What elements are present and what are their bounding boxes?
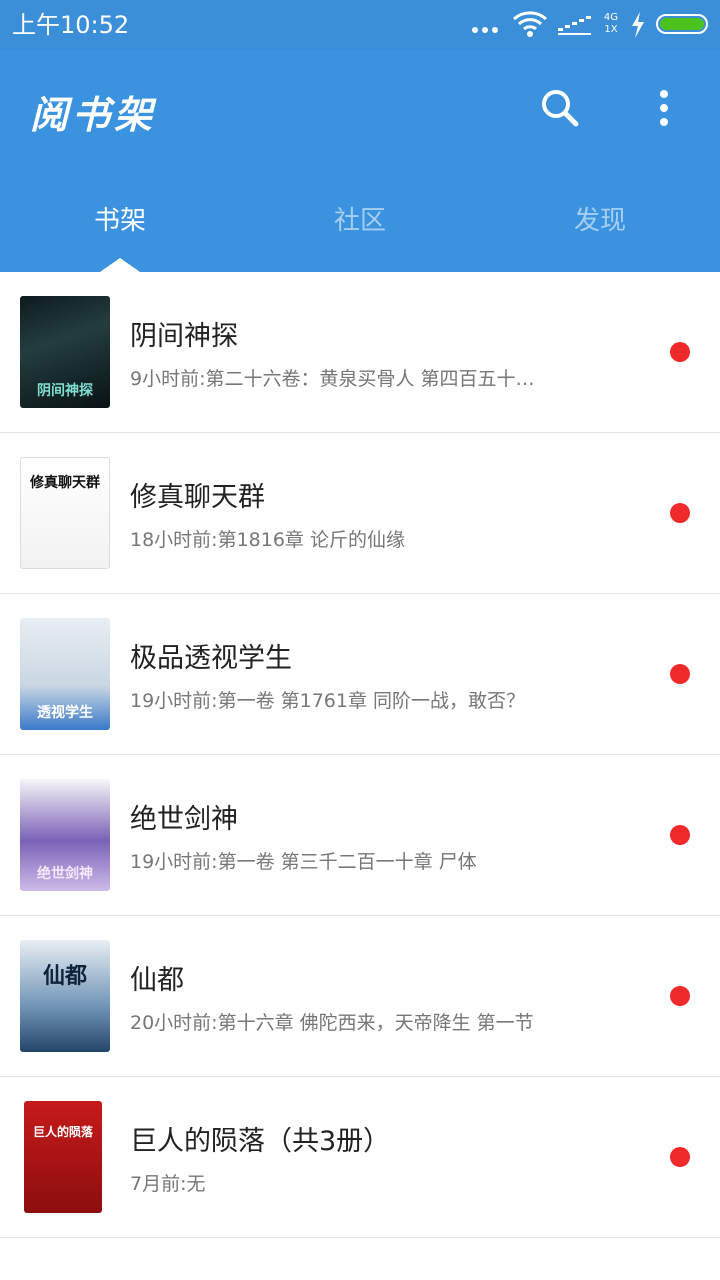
wifi-icon xyxy=(513,11,547,37)
tab-indicator xyxy=(100,258,140,272)
status-bar: 上午10:52 4G 1X xyxy=(0,0,720,50)
tab-bookshelf[interactable]: 书架 xyxy=(0,200,240,237)
unread-dot xyxy=(670,1147,690,1167)
unread-dot xyxy=(670,825,690,845)
book-title: 阴间神探 xyxy=(130,321,238,352)
book-title: 修真聊天群 xyxy=(130,482,265,513)
more-vert-icon[interactable] xyxy=(640,84,688,132)
book-title: 巨人的陨落（共3册） xyxy=(130,1126,391,1157)
list-item[interactable]: 仙都 仙都 20小时前:第十六章 佛陀西来，天帝降生 第一节 xyxy=(0,916,720,1077)
unread-dot xyxy=(670,342,690,362)
list-item[interactable]: 修真聊天群 修真聊天群 18小时前:第1816章 论斤的仙缘 xyxy=(0,433,720,594)
book-cover: 巨人的陨落 xyxy=(24,1101,102,1213)
battery-icon xyxy=(656,14,708,34)
unread-dot xyxy=(670,503,690,523)
book-update: 18小时前:第1816章 论斤的仙缘 xyxy=(130,529,405,551)
list-item[interactable]: 绝世剑神 绝世剑神 19小时前:第一卷 第三千二百一十章 尸体 xyxy=(0,755,720,916)
app-title: 阅书架 xyxy=(30,92,157,137)
book-update: 9小时前:第二十六卷：黄泉买骨人 第四百五十三章 xyxy=(130,368,550,390)
book-cover: 修真聊天群 xyxy=(20,457,110,569)
book-update: 20小时前:第十六章 佛陀西来，天帝降生 第一节 xyxy=(130,1012,534,1034)
book-cover: 仙都 xyxy=(20,940,110,1052)
unread-dot xyxy=(670,664,690,684)
list-item[interactable]: 阴间神探 阴间神探 9小时前:第二十六卷：黄泉买骨人 第四百五十三章 xyxy=(0,272,720,433)
book-update: 19小时前:第一卷 第三千二百一十章 尸体 xyxy=(130,851,477,873)
book-update: 19小时前:第一卷 第1761章 同阶一战，敢否？ xyxy=(130,690,526,712)
book-list: 阴间神探 阴间神探 9小时前:第二十六卷：黄泉买骨人 第四百五十三章 修真聊天群… xyxy=(0,272,720,1238)
status-time: 上午10:52 xyxy=(12,11,130,39)
book-title: 仙都 xyxy=(130,965,184,996)
list-item[interactable]: 巨人的陨落 巨人的陨落（共3册） 7月前:无 xyxy=(0,1077,720,1238)
book-update: 7月前:无 xyxy=(130,1173,206,1195)
tab-community[interactable]: 社区 xyxy=(240,200,480,237)
search-icon[interactable] xyxy=(536,84,584,132)
unread-dot xyxy=(670,986,690,1006)
network-type: 4G 1X xyxy=(603,12,618,35)
tab-bar: 书架 社区 发现 xyxy=(0,190,720,272)
charging-icon xyxy=(632,12,644,38)
list-item[interactable]: 透视学生 极品透视学生 19小时前:第一卷 第1761章 同阶一战，敢否？ xyxy=(0,594,720,755)
book-title: 绝世剑神 xyxy=(130,804,238,835)
tab-discover[interactable]: 发现 xyxy=(480,200,720,237)
book-cover: 透视学生 xyxy=(20,618,110,730)
book-cover: 绝世剑神 xyxy=(20,779,110,891)
signal-icon xyxy=(558,16,591,35)
book-title: 极品透视学生 xyxy=(130,643,292,674)
app-bar: 阅书架 书架 社区 发现 xyxy=(0,50,720,272)
battery-level xyxy=(660,18,704,30)
book-cover: 阴间神探 xyxy=(20,296,110,408)
more-notifications-icon xyxy=(472,10,498,40)
